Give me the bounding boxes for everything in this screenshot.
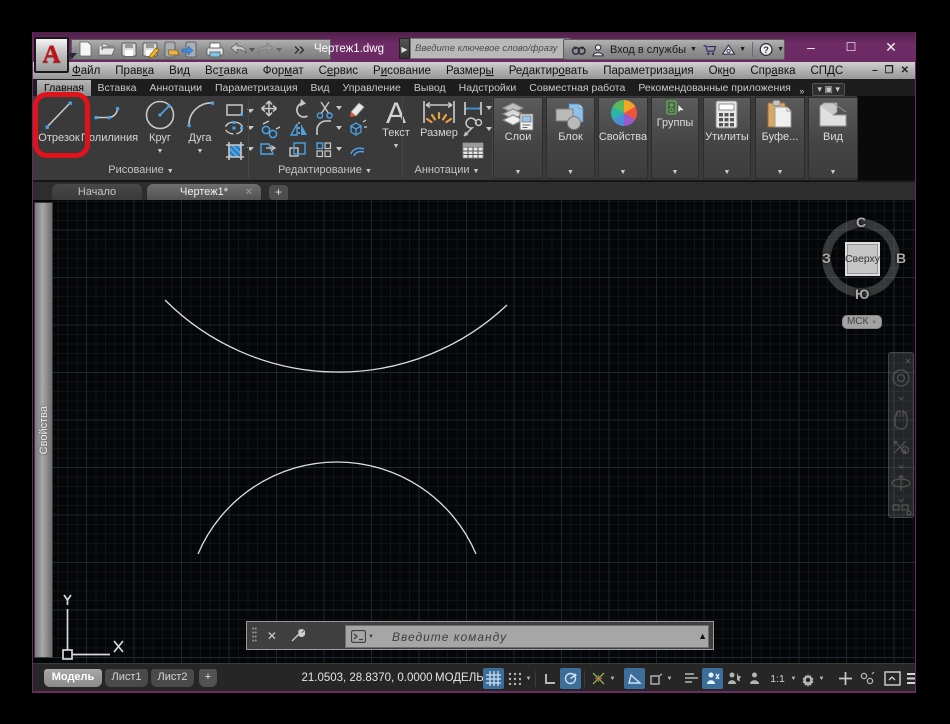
svg-text:A: A: [386, 97, 406, 130]
svg-text:?: ?: [763, 45, 769, 55]
